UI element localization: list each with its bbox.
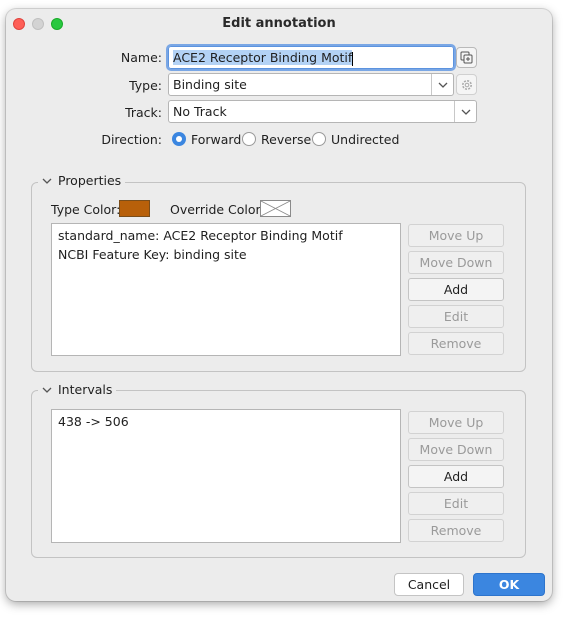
intervals-title: Intervals: [58, 382, 113, 397]
type-color-swatch[interactable]: [119, 200, 150, 217]
list-item[interactable]: 438 -> 506: [58, 412, 394, 431]
ok-button[interactable]: OK: [473, 573, 545, 596]
direction-undirected-label[interactable]: Undirected: [331, 132, 399, 147]
copy-name-button[interactable]: [456, 47, 477, 68]
window-title: Edit annotation: [222, 16, 336, 31]
properties-add-button[interactable]: Add: [408, 278, 504, 301]
name-label: Name:: [120, 50, 162, 65]
name-input-value: ACE2 Receptor Binding Motif: [173, 50, 353, 65]
type-combobox-value: Binding site: [173, 77, 247, 92]
title-bar: Edit annotation: [6, 9, 552, 39]
text-caret: [352, 51, 354, 66]
properties-remove-button[interactable]: Remove: [408, 332, 504, 355]
no-color-icon: [260, 200, 291, 217]
properties-edit-button[interactable]: Edit: [408, 305, 504, 328]
type-combobox[interactable]: Binding site: [168, 73, 454, 96]
properties-header[interactable]: Properties: [38, 173, 126, 188]
chevron-down-icon: [454, 101, 476, 122]
list-item[interactable]: standard_name: ACE2 Receptor Binding Mot…: [58, 226, 394, 245]
type-label: Type:: [129, 78, 162, 93]
track-label: Track:: [125, 105, 162, 120]
type-settings-button[interactable]: [456, 74, 477, 95]
direction-undirected-radio[interactable]: [312, 132, 326, 146]
override-color-label: Override Color:: [170, 202, 265, 217]
override-color-swatch[interactable]: [260, 200, 291, 217]
cancel-button[interactable]: Cancel: [394, 573, 464, 596]
copy-icon: [460, 51, 473, 64]
list-item[interactable]: NCBI Feature Key: binding site: [58, 245, 394, 264]
chevron-down-icon: [42, 387, 52, 393]
track-combobox[interactable]: No Track: [168, 100, 477, 123]
intervals-move-down-button[interactable]: Move Down: [408, 438, 504, 461]
chevron-down-icon: [431, 74, 453, 95]
intervals-move-up-button[interactable]: Move Up: [408, 411, 504, 434]
intervals-list[interactable]: 438 -> 506: [51, 409, 401, 543]
direction-reverse-label[interactable]: Reverse: [261, 132, 311, 147]
name-input[interactable]: ACE2 Receptor Binding Motif: [166, 44, 456, 71]
properties-title: Properties: [58, 173, 122, 188]
chevron-down-icon: [42, 178, 52, 184]
direction-reverse-radio[interactable]: [242, 132, 256, 146]
type-color-label: Type Color:: [51, 202, 121, 217]
intervals-add-button[interactable]: Add: [408, 465, 504, 488]
intervals-header[interactable]: Intervals: [38, 382, 117, 397]
direction-forward-radio[interactable]: [172, 132, 186, 146]
intervals-edit-button[interactable]: Edit: [408, 492, 504, 515]
track-combobox-value: No Track: [173, 104, 227, 119]
gear-icon: [461, 79, 472, 90]
edit-annotation-dialog: Edit annotation Name: ACE2 Receptor Bind…: [6, 9, 552, 601]
direction-label: Direction:: [101, 132, 162, 147]
properties-move-down-button[interactable]: Move Down: [408, 251, 504, 274]
intervals-remove-button[interactable]: Remove: [408, 519, 504, 542]
direction-forward-label[interactable]: Forward: [191, 132, 241, 147]
properties-move-up-button[interactable]: Move Up: [408, 224, 504, 247]
properties-list[interactable]: standard_name: ACE2 Receptor Binding Mot…: [51, 223, 401, 356]
